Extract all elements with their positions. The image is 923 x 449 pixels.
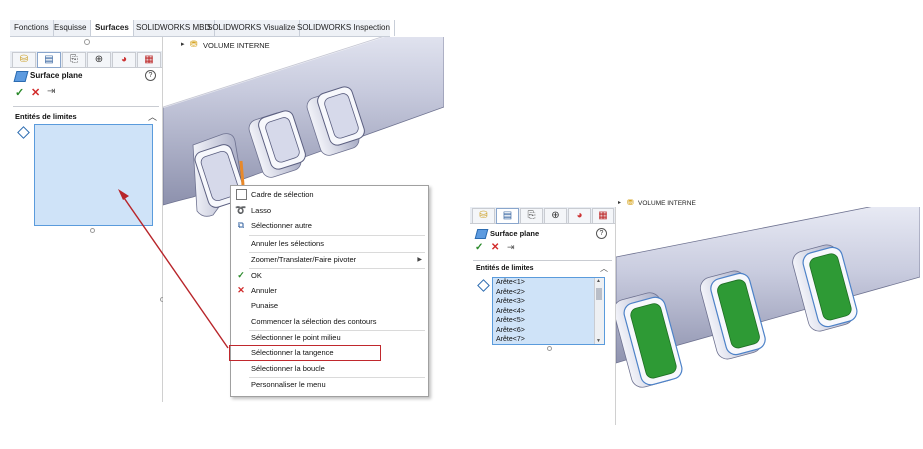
- list-item[interactable]: Arête<7>: [493, 335, 604, 344]
- menu-item-commencer-contours[interactable]: Commencer la sélection des contours: [251, 315, 376, 329]
- menu-item-zoomer[interactable]: Zoomer/Translater/Faire pivoter: [251, 253, 356, 267]
- section-label: Entités de limites: [476, 265, 534, 272]
- pipe-model: [616, 207, 920, 388]
- feature-title: Surface plane: [490, 229, 540, 238]
- menu-item-lasso[interactable]: Lasso: [251, 204, 271, 218]
- menu-separator: [249, 235, 425, 236]
- list-item[interactable]: Arête<4>: [493, 307, 604, 317]
- tree-expand-icon[interactable]: ▸: [618, 199, 621, 206]
- list-item[interactable]: Arête<1>: [493, 278, 604, 288]
- ok-check-icon: ✓: [237, 270, 245, 280]
- manager-tabs: ⛁ ▤ ⎘ ⊕ ◕ ▦: [470, 207, 615, 224]
- surface-plane-icon: [474, 229, 489, 239]
- menu-item-annuler-selections[interactable]: Annuler les sélections: [251, 237, 324, 251]
- cancel-x-icon[interactable]: ✕: [491, 242, 499, 253]
- scroll-thumb[interactable]: [596, 288, 602, 300]
- highlight-tangence-box: [229, 345, 381, 361]
- dimxpert-icon[interactable]: ⊕: [544, 208, 567, 224]
- list-scrollbar[interactable]: ▲ ▼: [594, 278, 604, 344]
- list-item[interactable]: Arête<5>: [493, 316, 604, 326]
- divider: [473, 260, 612, 261]
- menu-item-boucle[interactable]: Sélectionner la boucle: [251, 362, 325, 376]
- display-manager-icon[interactable]: ◕: [568, 208, 591, 224]
- select-other-icon: ⧉: [237, 220, 245, 230]
- boundary-entities-list[interactable]: Arête<1> Arête<2> Arête<3> Arête<4> Arêt…: [492, 277, 605, 345]
- menu-item-ok[interactable]: OK: [251, 269, 262, 283]
- scroll-down-icon[interactable]: ▼: [596, 338, 601, 344]
- property-manager-icon[interactable]: ▤: [496, 208, 519, 224]
- part-icon: ⛃: [627, 198, 634, 207]
- pin-icon[interactable]: ⇥: [507, 242, 515, 253]
- menu-item-personnaliser[interactable]: Personnaliser le menu: [251, 378, 326, 392]
- config-manager-icon[interactable]: ⎘: [520, 208, 543, 224]
- menu-item-annuler[interactable]: Annuler: [251, 284, 277, 298]
- box-select-icon: [236, 189, 247, 200]
- submenu-arrow-icon: ▶: [417, 257, 422, 263]
- list-item[interactable]: Arête<2>: [493, 288, 604, 298]
- feature-tree-icon[interactable]: ⛁: [472, 208, 495, 224]
- menu-item-cadre[interactable]: Cadre de sélection: [251, 188, 314, 202]
- menu-item-selectionner-autre[interactable]: Sélectionner autre: [251, 219, 312, 233]
- lasso-icon: ➰: [235, 205, 247, 215]
- resize-handle-icon[interactable]: [547, 346, 552, 351]
- boundary-entity-icon: [477, 279, 490, 292]
- list-item[interactable]: Arête<3>: [493, 297, 604, 307]
- ok-check-icon[interactable]: ✓: [475, 242, 483, 253]
- collapse-chevron-icon[interactable]: ︿: [600, 263, 608, 274]
- context-menu: Cadre de sélection ➰ Lasso ⧉ Sélectionne…: [230, 185, 429, 397]
- right-screenshot: ▸ ⛃ VOLUME INTERNE ⛁ ▤ ⎘ ⊕ ◕ ▦ Surface p…: [470, 195, 920, 425]
- scroll-up-icon[interactable]: ▲: [596, 278, 601, 284]
- appearance-icon[interactable]: ▦: [592, 208, 614, 224]
- menu-item-punaise[interactable]: Punaise: [251, 299, 278, 313]
- list-item[interactable]: Arête<6>: [493, 326, 604, 336]
- property-manager: ⛁ ▤ ⎘ ⊕ ◕ ▦ Surface plane ? ✓ ✕ ⇥ Entité…: [470, 207, 616, 425]
- menu-separator: [249, 268, 425, 269]
- help-icon[interactable]: ?: [596, 228, 607, 239]
- cancel-x-icon: ✕: [237, 285, 245, 295]
- menu-item-point-milieu[interactable]: Sélectionner le point milieu: [251, 331, 341, 345]
- left-screenshot: Fonctions Esquisse Surfaces SOLIDWORKS M…: [10, 0, 444, 402]
- tree-item-label[interactable]: VOLUME INTERNE: [638, 200, 696, 207]
